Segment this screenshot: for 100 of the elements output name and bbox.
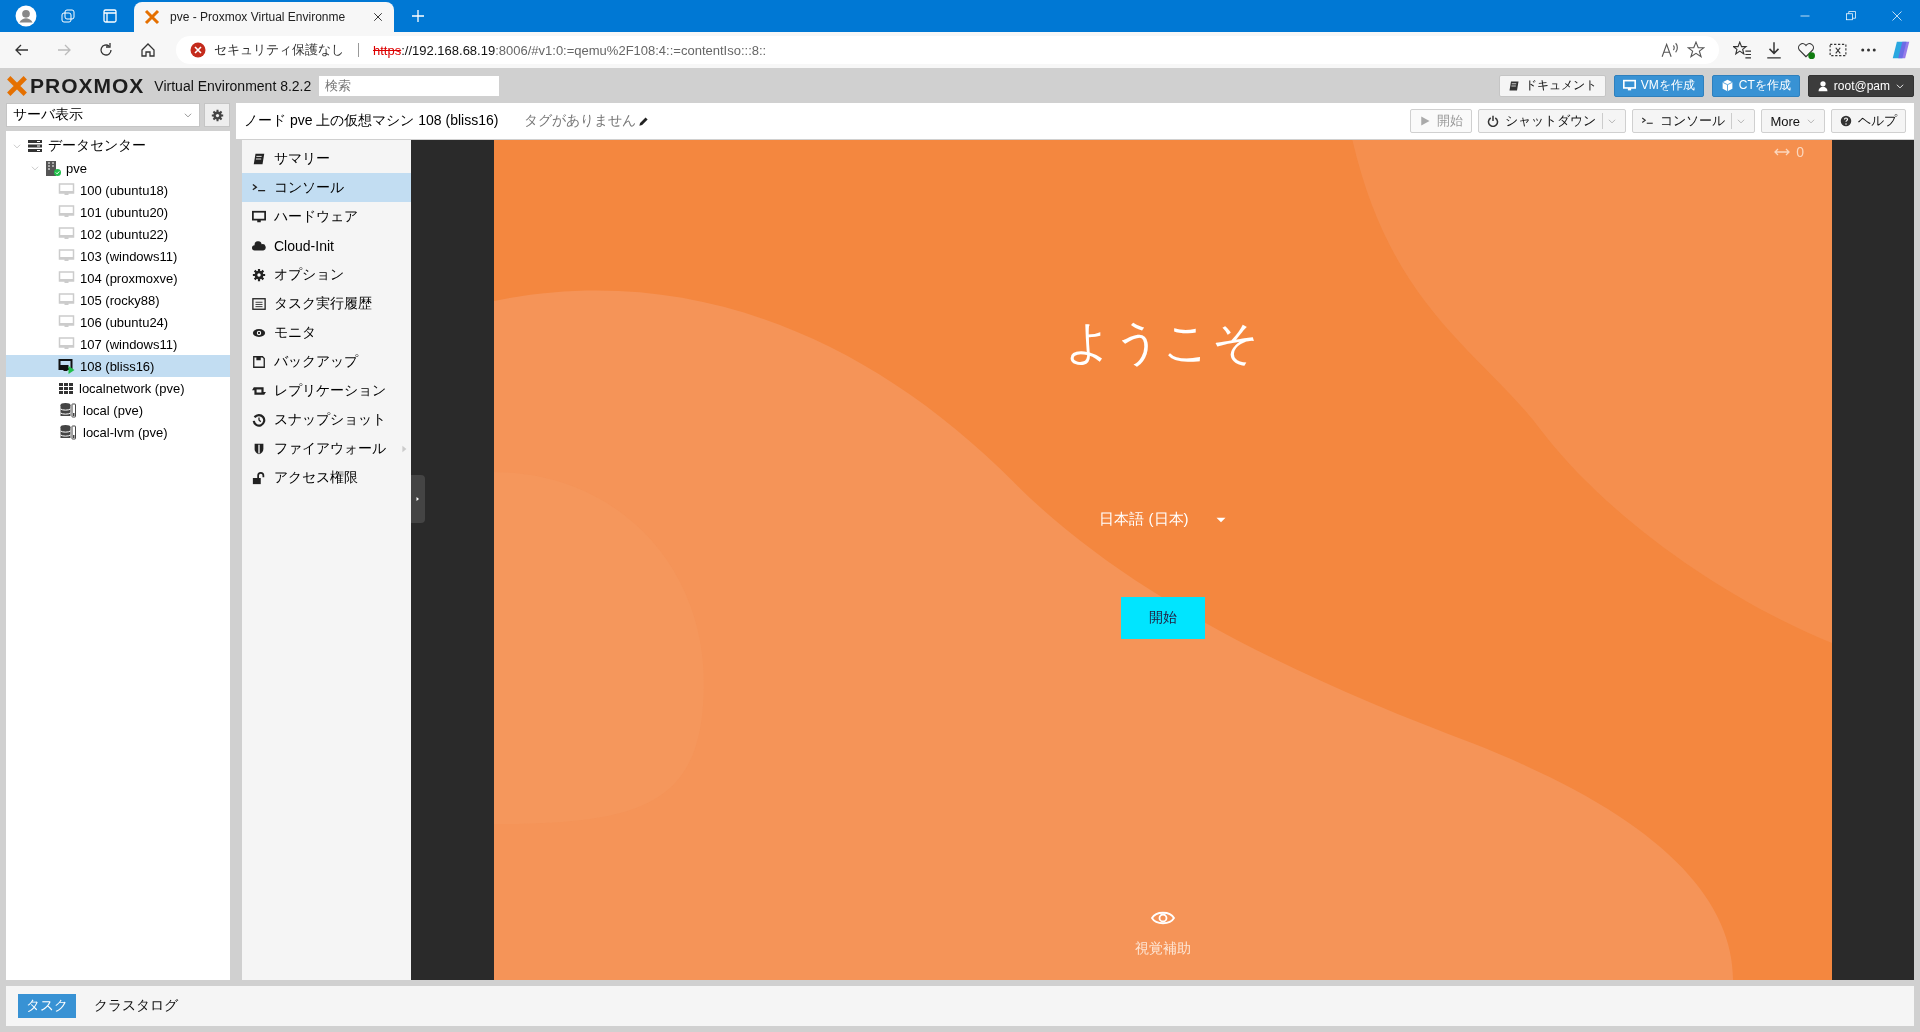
monitor-icon	[58, 226, 75, 242]
shield-icon	[252, 441, 266, 456]
url-text: https://192.168.68.19:8006/#v1:0:=qemu%2F108:4::=contentIso:::8::	[373, 42, 767, 58]
toolbar-button[interactable]: ヘルプ	[1831, 109, 1906, 133]
book-icon	[1507, 79, 1520, 92]
caret-icon	[1806, 116, 1816, 126]
tree-item[interactable]: 105 (rocky88)	[6, 289, 230, 311]
close-icon	[1891, 10, 1903, 22]
new-tab-icon	[410, 8, 426, 24]
nav-menu-item[interactable]: コンソール	[242, 173, 411, 202]
monitor-icon	[58, 314, 75, 330]
monitor-icon	[58, 248, 75, 264]
settings-button[interactable]	[204, 103, 230, 127]
nav-menu-item[interactable]: レプリケーション	[242, 376, 411, 405]
search-field[interactable]: 検索	[319, 75, 500, 96]
back-arrow-icon	[14, 42, 30, 58]
tab-actions-icon	[102, 8, 118, 24]
toolbar-button[interactable]: コンソール	[1632, 109, 1756, 133]
profile-icon	[15, 5, 37, 27]
copilot-icon	[1890, 39, 1912, 61]
grid-icon	[58, 380, 74, 396]
tree-item[interactable]: 108 (bliss16)	[6, 355, 230, 377]
tree-item[interactable]: 100 (ubuntu18)	[6, 179, 230, 201]
nav-menu-item[interactable]: バックアップ	[242, 347, 411, 376]
book-icon	[252, 151, 266, 166]
read-aloud-icon	[1661, 41, 1679, 59]
corner-counter: 0	[1796, 144, 1804, 160]
caret-icon	[183, 110, 193, 120]
close-icon	[372, 11, 384, 23]
forward-arrow-icon	[56, 42, 72, 58]
tree-item[interactable]: 103 (windows11)	[6, 245, 230, 267]
collapse-handle[interactable]	[411, 475, 425, 523]
server-rack-icon	[27, 138, 43, 154]
caret-icon	[1607, 116, 1618, 126]
history-icon	[252, 412, 266, 427]
monitor-icon	[58, 182, 75, 198]
tree-item[interactable]: 102 (ubuntu22)	[6, 223, 230, 245]
tree-item[interactable]: データセンター	[6, 135, 230, 157]
power-icon	[1487, 115, 1500, 127]
heart-pulse-icon	[1797, 41, 1815, 59]
tree-item[interactable]: localnetwork (pve)	[6, 377, 230, 399]
tree-item[interactable]: 104 (proxmoxve)	[6, 267, 230, 289]
caret-icon	[1736, 116, 1747, 126]
nav-menu-item[interactable]: アクセス権限	[242, 463, 411, 492]
tree-item[interactable]: local-lvm (pve)	[6, 421, 230, 443]
tree-item[interactable]: pve	[6, 157, 230, 179]
favorite-star-icon	[1687, 41, 1705, 59]
monitor-icon	[1622, 79, 1636, 92]
tree-item[interactable]: 107 (windows11)	[6, 333, 230, 355]
tags-label[interactable]: タグがありません	[524, 112, 650, 130]
nav-menu-item[interactable]: スナップショット	[242, 405, 411, 434]
list-icon	[252, 296, 266, 311]
play-icon	[1419, 115, 1432, 127]
nav-menu-item[interactable]: オプション	[242, 260, 411, 289]
toolbar-button[interactable]: More	[1761, 109, 1825, 133]
database-icon	[58, 402, 78, 418]
pencil-icon	[638, 115, 650, 127]
tree-item[interactable]: 106 (ubuntu24)	[6, 311, 230, 333]
start-button[interactable]: 開始	[1121, 597, 1205, 639]
chevron-down-icon	[12, 141, 22, 151]
building-online-icon	[45, 160, 61, 176]
nav-menu-item[interactable]: モニタ	[242, 318, 411, 347]
monitor-icon	[58, 204, 75, 220]
monitor-icon	[58, 292, 75, 308]
chevron-down-icon	[30, 163, 40, 173]
header-button[interactable]: ドキュメント	[1498, 74, 1606, 97]
workspaces-icon	[60, 8, 76, 24]
gear-icon	[210, 108, 224, 122]
screenshot-icon	[1829, 41, 1847, 59]
page-title: ノード pve 上の仮想マシン 108 (bliss16)	[244, 112, 499, 130]
favorites-list-icon	[1733, 41, 1751, 59]
view-select[interactable]: サーバ表示	[6, 103, 200, 127]
monitor-icon	[58, 270, 75, 286]
toolbar-button[interactable]: シャットダウン	[1478, 109, 1627, 133]
warning-icon	[190, 42, 206, 58]
bottom-tab[interactable]: クラスタログ	[86, 994, 186, 1018]
proxmox-logo: PROXMOX	[6, 73, 145, 98]
version-label: Virtual Environment 8.2.2	[154, 77, 312, 94]
unlocked-padlock-icon	[252, 470, 266, 485]
welcome-heading: ようこそ	[1065, 315, 1261, 370]
restore-icon	[1845, 10, 1857, 22]
monitor-icon	[58, 336, 75, 352]
nav-menu-item[interactable]: サマリー	[242, 144, 411, 173]
user-icon	[1816, 79, 1829, 92]
nav-menu-item[interactable]: ハードウェア	[242, 202, 411, 231]
help-icon	[1840, 115, 1852, 127]
tree-item[interactable]: 101 (ubuntu20)	[6, 201, 230, 223]
browser-tab[interactable]: pve - Proxmox Virtual Environme	[134, 2, 394, 32]
refresh-icon	[98, 42, 114, 58]
nav-menu-item[interactable]: タスク実行履歴	[242, 289, 411, 318]
security-warning[interactable]: セキュリティ保護なし	[214, 41, 344, 59]
nav-menu-item[interactable]: ファイアウォール	[242, 434, 411, 463]
nav-menu-item[interactable]: Cloud-Init	[242, 231, 411, 260]
download-icon	[1765, 41, 1783, 59]
cloud-icon	[252, 238, 266, 253]
tree-item[interactable]: local (pve)	[6, 399, 230, 421]
cube-icon	[1720, 79, 1734, 92]
header-button[interactable]: root@pam	[1807, 74, 1914, 97]
more-dots-icon	[1861, 48, 1876, 52]
address-bar[interactable]: セキュリティ保護なし https://192.168.68.19:8006/#v1:0:=qemu%2F108:4::=contentIso:::8::	[176, 36, 1719, 64]
